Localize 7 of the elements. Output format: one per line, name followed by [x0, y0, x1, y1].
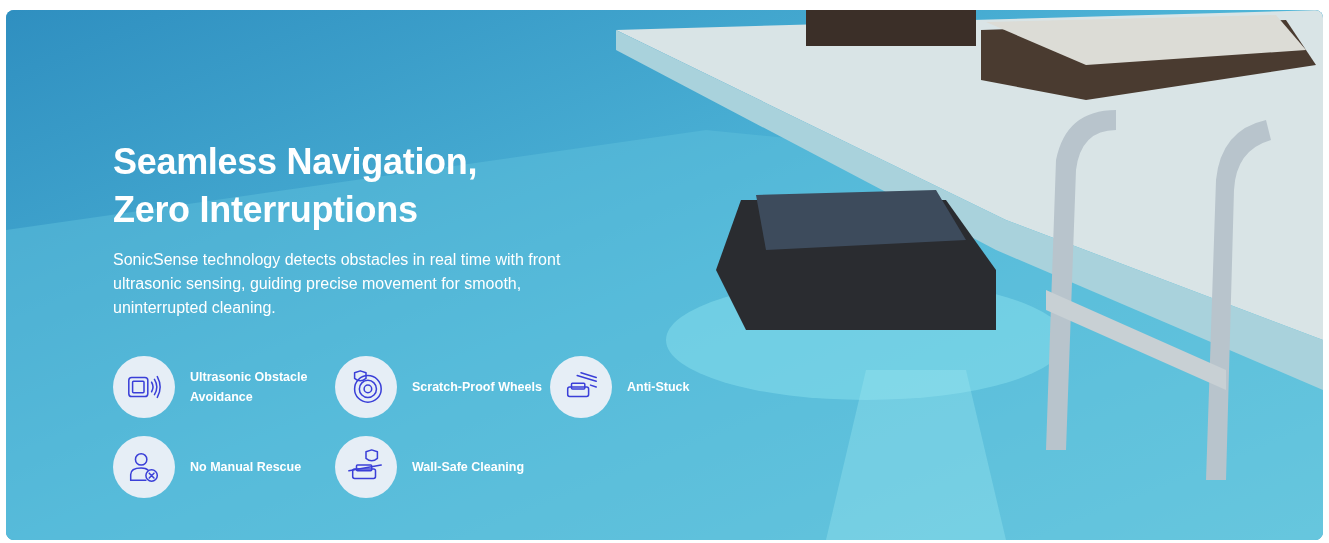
feature-label: Anti-Stuck — [627, 379, 691, 396]
hero-description: SonicSense technology detects obstacles in real time with front ultrasonic sensing, guiding precise movement for smooth, uninterrupted cleaning. — [113, 250, 562, 318]
feature-label: Ultrasonic Obstacle Avoidance — [190, 369, 309, 406]
hero-title: Seamless Navigation, Zero Interruptions — [113, 140, 479, 232]
feature-label: Scratch-Proof Wheels — [412, 379, 543, 396]
feature-label: No Manual Rescue — [190, 459, 303, 476]
feature-label: Wall-Safe Cleaning — [412, 459, 526, 476]
